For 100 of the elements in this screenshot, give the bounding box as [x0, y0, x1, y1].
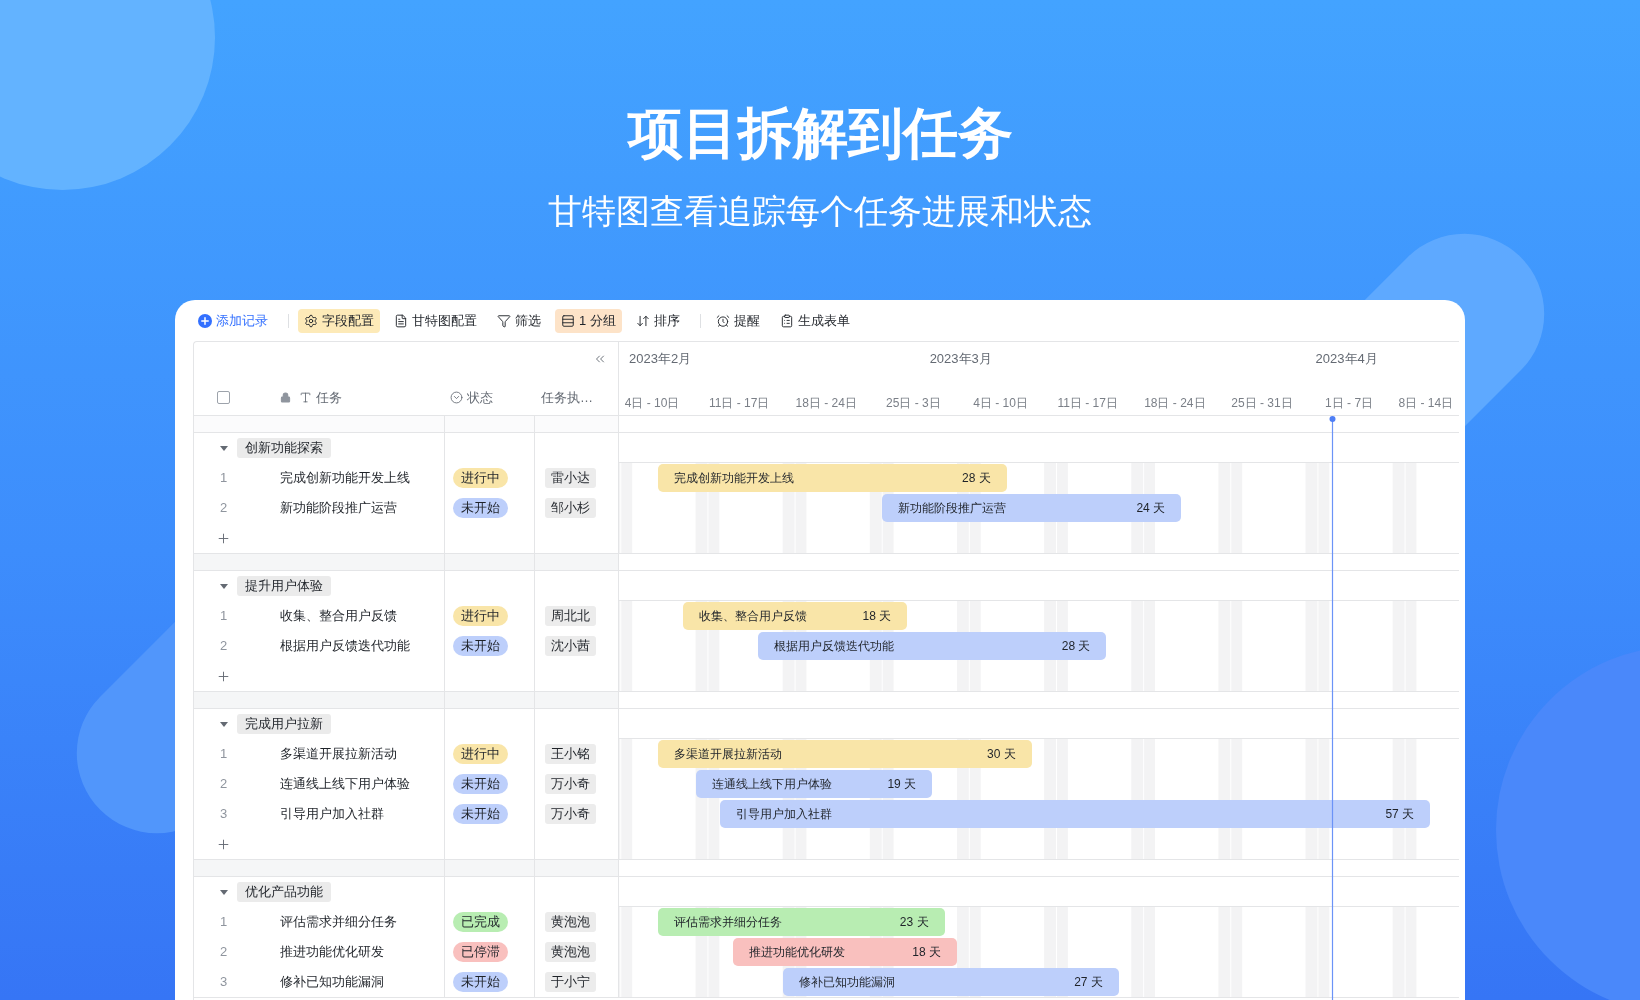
document-icon: [394, 313, 408, 328]
caret-down-icon[interactable]: [220, 445, 228, 451]
assignee-tag: 万小奇: [545, 774, 596, 794]
sort-icon: [635, 313, 650, 328]
row-number: 1: [219, 913, 228, 932]
week-label: 18日 - 24日: [1144, 394, 1206, 412]
funnel-icon: [497, 313, 511, 328]
row-number: 2: [219, 943, 228, 962]
toolbar-button[interactable]: 甘特图配置: [388, 308, 483, 333]
caret-down-icon[interactable]: [220, 583, 228, 589]
group-label: 完成用户拉新: [237, 714, 331, 734]
gantt-bar[interactable]: 连通线上线下用户体验 19 天: [695, 770, 933, 798]
task-name: 评估需求并细分任务: [280, 913, 397, 932]
bar-duration: 24 天: [1136, 500, 1166, 517]
task-name: 引导用户加入社群: [280, 805, 384, 824]
row-number: 2: [219, 637, 228, 656]
gantt-bar[interactable]: 评估需求并细分任务 23 天: [658, 908, 945, 936]
gantt-bar[interactable]: 修补已知功能漏洞 27 天: [782, 968, 1119, 996]
toolbar-button[interactable]: 提醒: [709, 308, 766, 333]
row-number: 3: [219, 973, 228, 992]
group-label: 提升用户体验: [237, 576, 331, 596]
status-tag: 未开始: [453, 972, 508, 992]
bar-label: 新功能阶段推广运营: [898, 500, 1007, 517]
rows-icon: [561, 313, 575, 328]
toolbar-button[interactable]: 排序: [629, 308, 686, 333]
group-label: 优化产品功能: [237, 882, 331, 902]
task-name: 多渠道开展拉新活动: [280, 745, 397, 764]
hero-title: 项目拆解到任务: [627, 106, 1013, 161]
assignee-tag: 于小宁: [545, 972, 596, 992]
assignee-tag: 周北北: [545, 606, 596, 626]
task-name: 修补已知功能漏洞: [280, 973, 384, 992]
row-number: 2: [219, 775, 228, 794]
status-tag: 进行中: [453, 606, 508, 626]
bar-duration: 18 天: [912, 944, 941, 961]
bar-duration: 28 天: [1061, 638, 1091, 655]
bar-label: 完成创新功能开发上线: [674, 470, 795, 487]
bar-label: 引导用户加入社群: [736, 806, 833, 823]
caret-down-icon[interactable]: [220, 721, 228, 727]
plus-icon[interactable]: [216, 836, 231, 852]
toolbar-button[interactable]: 1 分组: [555, 308, 622, 333]
alarm-clock-icon: [715, 313, 730, 328]
bar-duration: 28 天: [962, 470, 991, 487]
status-tag: 未开始: [453, 636, 508, 656]
gantt-bar[interactable]: 推进功能优化研发 18 天: [732, 938, 957, 966]
status-tag: 进行中: [453, 744, 508, 764]
clipboard-icon: [779, 313, 794, 328]
month-label: 2023年4月: [1315, 350, 1378, 368]
week-label: 1日 - 7日: [1325, 394, 1374, 412]
bar-label: 连通线上线下用户体验: [711, 776, 832, 793]
assignee-tag: 黄泡泡: [545, 912, 596, 932]
task-name: 根据用户反馈迭代功能: [280, 637, 410, 656]
task-name: 连通线上线下用户体验: [280, 775, 410, 794]
bar-duration: 27 天: [1074, 974, 1103, 991]
toolbar-button[interactable]: 生成表单: [773, 308, 856, 333]
status-tag: 未开始: [453, 498, 508, 518]
assignee-tag: 黄泡泡: [545, 942, 596, 962]
week-label: 4日 - 10日: [624, 394, 680, 412]
gantt-bar[interactable]: 完成创新功能开发上线 28 天: [658, 464, 1007, 492]
gantt-bar[interactable]: 根据用户反馈迭代功能 28 天: [757, 632, 1107, 660]
gear-icon: [304, 313, 318, 328]
column-header[interactable]: 任务执…: [541, 387, 593, 408]
column-header[interactable]: 状态: [450, 387, 493, 408]
gantt-bar[interactable]: 引导用户加入社群 57 天: [720, 800, 1431, 828]
week-label: 25日 - 31日: [1231, 394, 1293, 412]
status-tag: 未开始: [453, 804, 508, 824]
assignee-tag: 万小奇: [545, 804, 596, 824]
week-label: 11日 - 17日: [1057, 394, 1118, 412]
text-type-icon: [299, 391, 312, 404]
toolbar-button[interactable]: 字段配置: [298, 308, 380, 333]
task-name: 完成创新功能开发上线: [280, 469, 410, 488]
gantt-bar[interactable]: 收集、整合用户反馈 18 天: [683, 602, 908, 630]
select-all-checkbox[interactable]: [217, 391, 230, 404]
week-label: 18日 - 24日: [795, 394, 857, 412]
bar-duration: 57 天: [1385, 806, 1415, 823]
plus-icon[interactable]: [216, 668, 231, 684]
bar-duration: 18 天: [862, 608, 892, 625]
plus-circle-icon: [198, 313, 212, 328]
task-name: 收集、整合用户反馈: [280, 607, 397, 626]
assignee-tag: 邹小杉: [545, 498, 596, 518]
plus-icon[interactable]: [216, 530, 231, 546]
group-label: 创新功能探索: [237, 438, 331, 458]
toolbar-button[interactable]: 添加记录: [192, 308, 274, 333]
assignee-tag: 王小铭: [545, 744, 596, 764]
bar-duration: 19 天: [887, 776, 917, 793]
status-tag: 未开始: [453, 774, 508, 794]
toolbar-button[interactable]: 筛选: [491, 308, 547, 333]
month-label: 2023年3月: [929, 350, 992, 368]
bar-label: 评估需求并细分任务: [674, 914, 783, 931]
bar-duration: 23 天: [899, 914, 929, 931]
caret-down-icon[interactable]: [220, 889, 228, 895]
row-number: 2: [219, 499, 228, 518]
column-header[interactable]: 任务: [280, 387, 342, 408]
gantt-bar[interactable]: 新功能阶段推广运营 24 天: [882, 494, 1182, 522]
row-number: 1: [219, 607, 228, 626]
assignee-tag: 沈小茜: [545, 636, 596, 656]
bar-duration: 30 天: [987, 746, 1016, 763]
bar-label: 修补已知功能漏洞: [798, 974, 895, 991]
bar-label: 推进功能优化研发: [748, 944, 845, 961]
gantt-bar[interactable]: 多渠道开展拉新活动 30 天: [658, 740, 1032, 768]
status-tag: 进行中: [453, 468, 508, 488]
